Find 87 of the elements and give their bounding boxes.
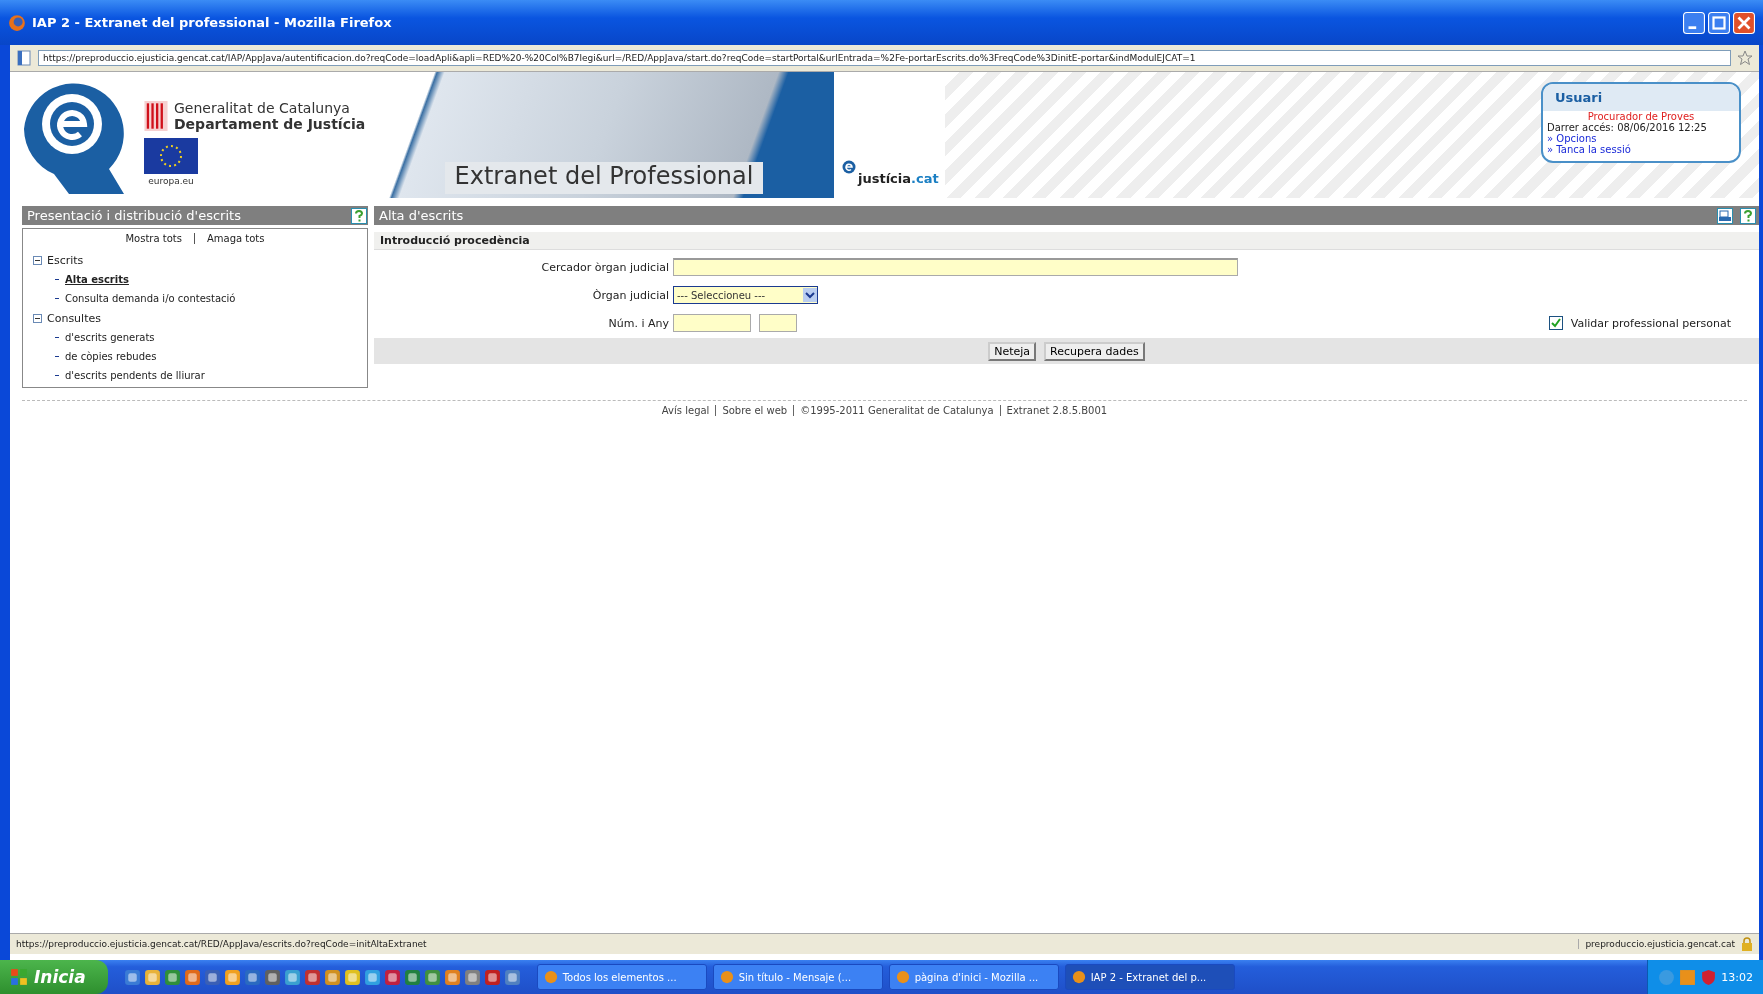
taskbar-button[interactable]: pàgina d'inici - Mozilla ... (888, 964, 1059, 990)
number-field[interactable] (673, 314, 751, 332)
tree-item[interactable]: d'escrits generats (65, 332, 155, 343)
tree-item[interactable]: Alta escrits (65, 274, 129, 285)
banner-title: Extranet del Professional (444, 162, 764, 194)
help-icon[interactable] (351, 207, 367, 224)
quick-launch-icon[interactable] (463, 968, 481, 986)
footer-link[interactable]: Avís legal (661, 405, 710, 416)
coat-of-arms-icon (144, 101, 168, 131)
hide-all-link[interactable]: Amaga tots (206, 233, 265, 244)
quick-launch-icon[interactable] (383, 968, 401, 986)
collapse-icon[interactable] (33, 255, 42, 265)
quick-launch-icon[interactable] (343, 968, 361, 986)
form-button[interactable]: Recupera dades (1044, 341, 1145, 361)
app-icon (895, 970, 910, 984)
quick-launch-icon[interactable] (263, 968, 281, 986)
quick-launch-icon[interactable] (163, 968, 181, 986)
quick-launch-icon[interactable] (503, 968, 521, 986)
collapse-icon[interactable] (33, 313, 42, 323)
quick-launch-icon[interactable] (123, 968, 141, 986)
address-field[interactable]: https://preproduccio.ejusticia.gencat.cat/IAP/AppJava/autentificacion.do?reqCode=loadApli&apli=RED%20-%20Col%B7legi&url=/RED/AppJava/start.do?reqCode=startPortal&urlEntrada=%2Fe-portarEscrits.do%3FreqCode%3DinitE-portar&indModulEJCAT=1 (38, 50, 1731, 66)
panel-title: Alta d'escrits (379, 208, 464, 223)
maximize-icon[interactable] (1708, 11, 1730, 34)
checkbox-label: Validar professional personat (1570, 316, 1731, 330)
organization-name: Generalitat de Catalunya (174, 100, 351, 116)
status-host: preproduccio.ejusticia.gencat.cat (1578, 939, 1735, 949)
tree-item[interactable]: Consultes (47, 311, 101, 325)
field-label: Cercador òrgan judicial (540, 260, 669, 274)
app-icon (719, 970, 734, 984)
taskbar-button[interactable]: IAP 2 - Extranet del p... (1064, 964, 1235, 990)
user-link[interactable]: » Tanca la sessió (1543, 144, 1739, 155)
user-link[interactable]: » Opcions (1543, 133, 1739, 144)
section-heading: Introducció procedència (374, 232, 1759, 250)
quick-launch-icon[interactable] (363, 968, 381, 986)
footer-link[interactable]: ©1995-2011 Generalitat de Catalunya (800, 405, 994, 416)
search-field[interactable] (673, 258, 1238, 276)
panel-title: Presentació i distribució d'escrits (27, 208, 241, 223)
quick-launch-icon[interactable] (183, 968, 201, 986)
tree-item[interactable]: de còpies rebudes (65, 351, 157, 362)
brand-logo: justícia.cat (856, 171, 940, 188)
print-icon[interactable] (1717, 207, 1733, 224)
field-label: Òrgan judicial (591, 288, 669, 302)
eu-caption: europa.eu (147, 176, 195, 186)
minimize-icon[interactable] (1683, 11, 1705, 34)
shield-icon[interactable] (1700, 968, 1718, 986)
checkbox[interactable] (1548, 316, 1563, 330)
close-icon[interactable] (1733, 11, 1755, 34)
e-logo-small-icon (842, 160, 856, 174)
help-icon[interactable] (1740, 207, 1756, 224)
quick-launch-icon[interactable] (403, 968, 421, 986)
footer-link[interactable]: Extranet 2.8.5.B001 (1006, 405, 1108, 416)
year-field[interactable] (759, 314, 797, 332)
quick-launch-icon[interactable] (443, 968, 461, 986)
quick-launch-icon[interactable] (303, 968, 321, 986)
quick-launch-icon[interactable] (423, 968, 441, 986)
quick-launch-icon[interactable] (323, 968, 341, 986)
department-name: Departament de Justícia (174, 116, 366, 132)
quick-launch-icon[interactable] (143, 968, 161, 986)
tree-item[interactable]: Escrits (47, 253, 84, 267)
taskbar-button[interactable]: Todos los elementos ... (536, 964, 707, 990)
user-name: Procurador de Proves (1586, 111, 1696, 122)
dropdown[interactable]: --- Seleccioneu --- (673, 286, 818, 304)
tree-item[interactable]: Consulta demanda i/o contestació (65, 293, 236, 304)
quick-launch-icon[interactable] (223, 968, 241, 986)
quick-launch-icon[interactable] (483, 968, 501, 986)
form-button[interactable]: Neteja (988, 341, 1037, 361)
app-icon (1071, 970, 1086, 984)
window-title: IAP 2 - Extranet del professional - Mozilla Firefox (32, 15, 392, 30)
browser-icon (8, 13, 26, 32)
last-access: Darrer accés: 08/06/2016 12:25 (1546, 122, 1708, 133)
clock: 13:02 (1721, 970, 1753, 984)
quick-launch-icon[interactable] (283, 968, 301, 986)
user-panel-title: Usuari (1543, 84, 1739, 111)
footer-link[interactable]: Sobre el web (722, 405, 788, 416)
field-label: Núm. i Any (607, 316, 669, 330)
page-icon (16, 50, 32, 66)
taskbar-button[interactable]: Sin título - Mensaje (... (712, 964, 883, 990)
show-all-link[interactable]: Mostra tots (125, 233, 182, 244)
eu-flag-icon (144, 138, 198, 174)
lock-icon (1741, 937, 1753, 951)
app-icon (543, 970, 558, 984)
quick-launch-icon[interactable] (243, 968, 261, 986)
status-url: https://preproduccio.ejusticia.gencat.cat/RED/AppJava/escrits.do?reqCode=initAltaExtranet (16, 939, 427, 949)
tree-item[interactable]: d'escrits pendents de lliurar (65, 370, 205, 381)
star-icon[interactable] (1737, 50, 1753, 66)
windows-logo-icon (10, 968, 28, 986)
quick-launch-icon[interactable] (203, 968, 221, 986)
